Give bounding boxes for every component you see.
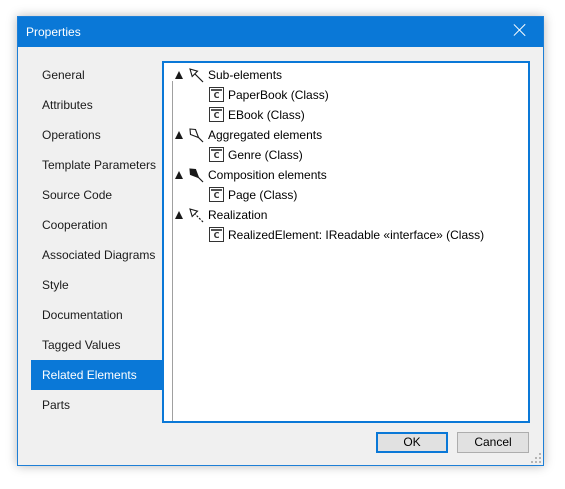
tree-item-genre[interactable]: C Genre (Class) (164, 145, 524, 165)
resize-grip-icon[interactable] (531, 453, 541, 463)
collapse-triangle-icon[interactable] (175, 131, 183, 139)
tree-group-label: Realization (208, 208, 268, 222)
tree-item-label: Page (Class) (228, 188, 298, 202)
nav-item-associated-diagrams[interactable]: Associated Diagrams (31, 240, 162, 270)
tree-item-page[interactable]: C Page (Class) (164, 185, 524, 205)
ok-button[interactable]: OK (376, 432, 448, 453)
nav-item-style[interactable]: Style (31, 270, 162, 300)
tree-item-paperbook[interactable]: C PaperBook (Class) (164, 85, 524, 105)
tree-item-realized-element[interactable]: C RealizedElement: IReadable «interface»… (164, 225, 524, 245)
nav-item-parts[interactable]: Parts (31, 390, 162, 420)
tree-item-label: PaperBook (Class) (228, 88, 329, 102)
nav-item-general[interactable]: General (31, 60, 162, 90)
tree-item-label: EBook (Class) (228, 108, 305, 122)
tree-group-label: Sub-elements (208, 68, 283, 82)
nav-item-operations[interactable]: Operations (31, 120, 162, 150)
tree-group-aggregated-elements[interactable]: Aggregated elements (164, 125, 524, 145)
tree-group-label: Composition elements (208, 168, 327, 182)
related-elements-tree[interactable]: Sub-elements C PaperBook (Class) C EBook… (162, 61, 530, 423)
tree-group-label: Aggregated elements (208, 128, 323, 142)
nav-item-cooperation[interactable]: Cooperation (31, 210, 162, 240)
nav-item-template-parameters[interactable]: Template Parameters (31, 150, 162, 180)
nav-item-related-elements[interactable]: Related Elements (31, 360, 162, 390)
realization-arrow-icon (189, 208, 204, 223)
collapse-triangle-icon[interactable] (175, 211, 183, 219)
close-icon (514, 24, 526, 36)
collapse-triangle-icon[interactable] (175, 71, 183, 79)
collapse-triangle-icon[interactable] (175, 171, 183, 179)
cancel-button[interactable]: Cancel (457, 432, 529, 453)
tree-item-label: RealizedElement: IReadable «interface» (… (228, 228, 485, 242)
tree-group-composition-elements[interactable]: Composition elements (164, 165, 524, 185)
generalization-arrow-icon (189, 68, 204, 83)
class-icon: C (209, 227, 224, 242)
class-icon: C (209, 87, 224, 102)
category-list: General Attributes Operations Template P… (31, 60, 162, 420)
nav-item-documentation[interactable]: Documentation (31, 300, 162, 330)
composition-diamond-icon (189, 168, 204, 183)
tree-item-label: Genre (Class) (228, 148, 303, 162)
tree-group-realization[interactable]: Realization (164, 205, 524, 225)
nav-item-tagged-values[interactable]: Tagged Values (31, 330, 162, 360)
window-title: Properties (26, 25, 81, 39)
properties-dialog: Properties General Attributes Operations… (17, 16, 544, 466)
class-icon: C (209, 107, 224, 122)
aggregation-diamond-icon (189, 128, 204, 143)
close-button[interactable] (497, 17, 543, 47)
class-icon: C (209, 147, 224, 162)
tree-group-sub-elements[interactable]: Sub-elements (164, 65, 524, 85)
nav-item-attributes[interactable]: Attributes (31, 90, 162, 120)
class-icon: C (209, 187, 224, 202)
nav-item-source-code[interactable]: Source Code (31, 180, 162, 210)
title-bar[interactable]: Properties (18, 17, 543, 47)
tree-item-ebook[interactable]: C EBook (Class) (164, 105, 524, 125)
